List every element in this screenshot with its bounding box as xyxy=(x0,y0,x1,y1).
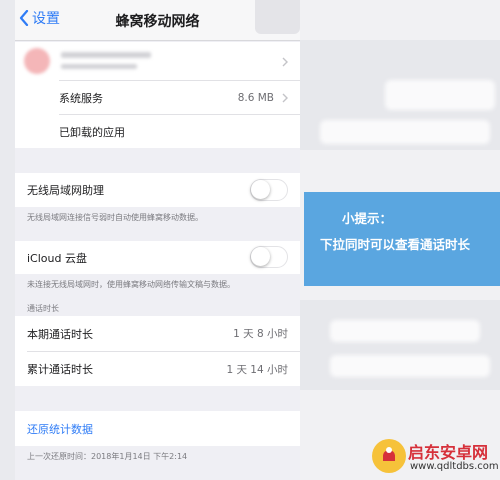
navigation-bar: 设置 蜂窝移动网络 xyxy=(15,0,300,41)
background-panel xyxy=(385,80,495,110)
wifi-assist-row: 无线局域网助理 xyxy=(15,173,300,207)
phone-screen: 设置 蜂窝移动网络 系统服务 8.6 MB 已卸载的应用 无线局域网助理 无线局… xyxy=(15,0,300,480)
uninstalled-apps-row: 已卸载的应用 xyxy=(15,115,300,148)
chevron-right-icon xyxy=(282,93,288,103)
reset-statistics-label: 还原统计数据 xyxy=(27,422,93,436)
current-period-value: 1 天 8 小时 xyxy=(233,328,288,340)
system-services-row[interactable]: 系统服务 8.6 MB xyxy=(15,81,300,114)
background-panel xyxy=(330,355,490,377)
lifetime-value: 1 天 14 小时 xyxy=(226,363,288,376)
reset-statistics-button[interactable]: 还原统计数据 xyxy=(15,411,300,446)
lifetime-label: 累计通话时长 xyxy=(27,363,93,376)
current-period-row: 本期通话时长 1 天 8 小时 xyxy=(15,316,300,351)
toggle-knob xyxy=(251,247,270,266)
last-reset-footer: 上一次还原时间：2018年1月14日 下午2:14 xyxy=(27,452,188,461)
uninstalled-apps-label: 已卸载的应用 xyxy=(59,125,125,139)
icloud-drive-row: iCloud 云盘 xyxy=(15,241,300,274)
icloud-drive-footer: 未连接无线局域网时，使用蜂窝移动网络传输文稿与数据。 xyxy=(27,280,235,289)
lifetime-row: 累计通话时长 1 天 14 小时 xyxy=(15,352,300,386)
tip-text: 下拉同时可以查看通话时长 xyxy=(320,237,471,252)
wifi-assist-toggle[interactable] xyxy=(250,179,288,201)
icloud-drive-label: iCloud 云盘 xyxy=(27,251,87,265)
current-period-label: 本期通话时长 xyxy=(27,327,93,341)
wifi-assist-label: 无线局域网助理 xyxy=(27,184,104,197)
watermark-name: 启东安卓网 xyxy=(408,443,489,462)
system-services-label: 系统服务 xyxy=(59,91,103,105)
call-time-header: 通话时长 xyxy=(27,304,59,313)
watermark-logo-icon xyxy=(372,439,406,473)
tip-box: 小提示： 下拉同时可以查看通话时长 xyxy=(304,192,500,286)
system-services-value: 8.6 MB xyxy=(237,91,274,104)
blurred-app-row[interactable] xyxy=(15,43,300,79)
watermark-url: www.qdltdbs.com xyxy=(410,461,499,472)
nav-corner-blur xyxy=(255,0,300,34)
tip-title: 小提示： xyxy=(342,211,393,226)
icloud-drive-toggle[interactable] xyxy=(250,246,288,268)
background-panel xyxy=(330,320,480,342)
watermark: 启东安卓网 www.qdltdbs.com xyxy=(372,437,500,480)
wifi-assist-footer: 无线局域网连接信号弱时自动使用蜂窝移动数据。 xyxy=(27,213,203,222)
background-panel xyxy=(320,120,490,144)
toggle-knob xyxy=(251,180,270,199)
